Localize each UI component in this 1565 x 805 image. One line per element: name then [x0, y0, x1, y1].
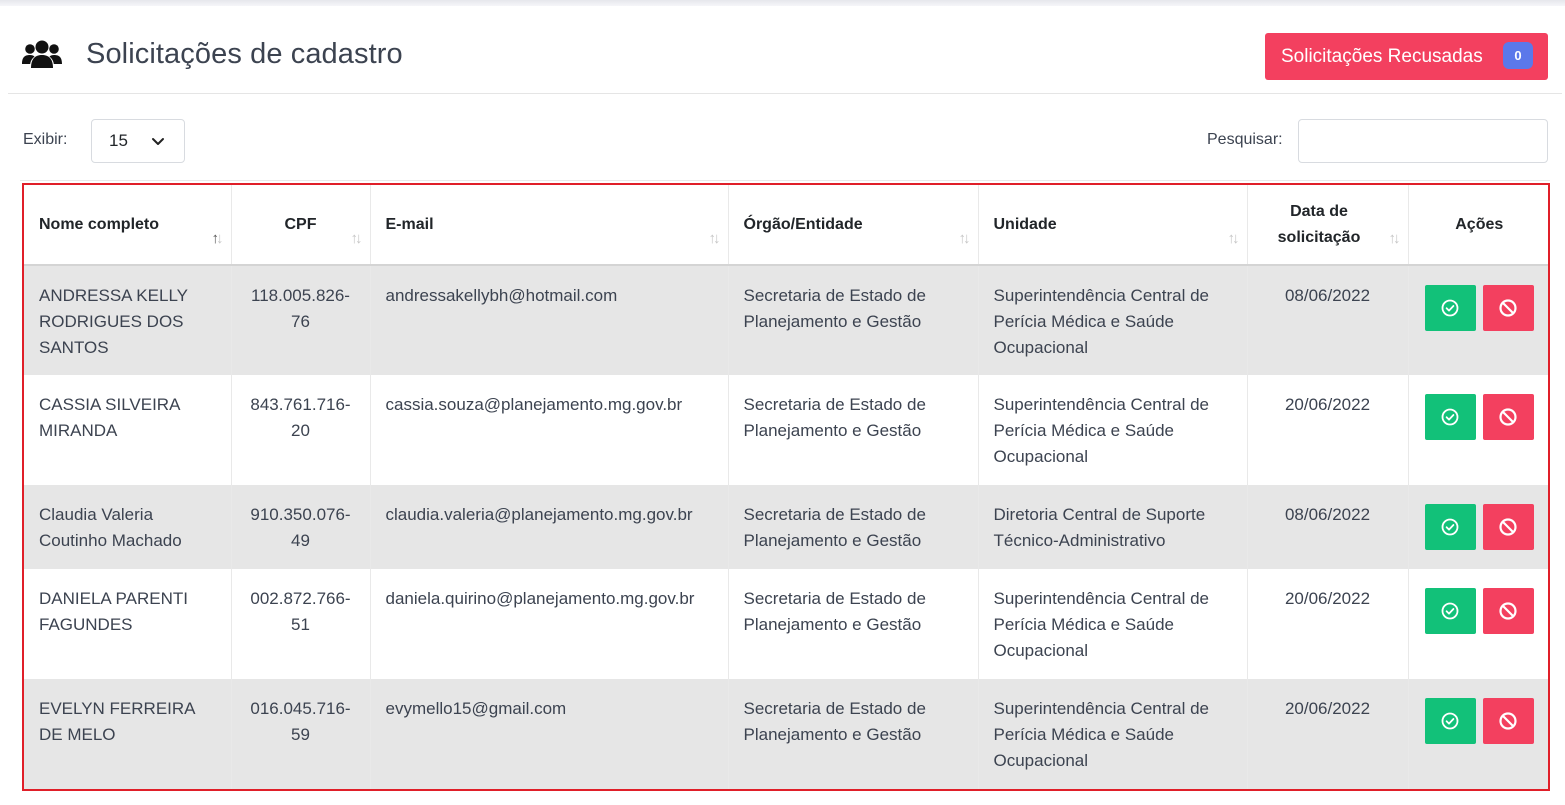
column-header-label: CPF [284, 215, 317, 233]
top-bar [0, 0, 1565, 6]
ban-icon [1499, 712, 1517, 730]
column-header-acoes: Ações [1408, 185, 1548, 266]
column-header-label: Ações [1455, 215, 1504, 233]
cell-unidade: Diretoria Central de Suporte Técnico-Adm… [978, 485, 1248, 569]
cell-name: ANDRESSA KELLY RODRIGUES DOS SANTOS [24, 265, 232, 375]
page-header: Solicitações de cadastro Solicitações Re… [8, 20, 1562, 94]
cell-cpf: 910.350.076-49 [231, 485, 371, 569]
sort-icon: ↑↓ [1227, 230, 1240, 247]
cell-name: Claudia Valeria Coutinho Machado [24, 485, 232, 569]
refused-requests-button[interactable]: Solicitações Recusadas 0 [1265, 33, 1548, 80]
cell-orgao: Secretaria de Estado de Planejamento e G… [728, 485, 979, 569]
table-header-row: Nome completo ↑↓ CPF ↑↓ E-mail ↑↓ Órgão/… [24, 185, 1548, 266]
check-circle-icon [1441, 408, 1459, 426]
ban-icon [1499, 518, 1517, 536]
cell-cpf: 016.045.716-59 [231, 679, 371, 789]
cell-email: daniela.quirino@planejamento.mg.gov.br [370, 569, 729, 679]
cell-date: 20/06/2022 [1247, 375, 1409, 485]
approve-button[interactable] [1424, 588, 1476, 634]
cell-date: 20/06/2022 [1247, 569, 1409, 679]
cell-unidade: Superintendência Central de Perícia Médi… [978, 375, 1248, 485]
cell-email: cassia.souza@planejamento.mg.gov.br [370, 375, 729, 485]
cell-orgao: Secretaria de Estado de Planejamento e G… [728, 569, 979, 679]
column-header-unidade[interactable]: Unidade ↑↓ [978, 185, 1248, 266]
cell-date: 20/06/2022 [1247, 679, 1409, 789]
cell-orgao: Secretaria de Estado de Planejamento e G… [728, 375, 979, 485]
show-entries-select[interactable]: 15 [91, 119, 185, 163]
column-header-label: E-mail [385, 215, 434, 233]
cell-actions [1408, 375, 1548, 485]
table-row: ANDRESSA KELLY RODRIGUES DOS SANTOS 118.… [24, 265, 1548, 375]
cell-actions [1408, 569, 1548, 679]
cell-unidade: Superintendência Central de Perícia Médi… [978, 265, 1248, 375]
table-row: CASSIA SILVEIRA MIRANDA 843.761.716-20 c… [24, 375, 1548, 485]
sort-icon: ↑↓ [211, 230, 224, 247]
cell-email: evymello15@gmail.com [370, 679, 729, 789]
requests-table: Nome completo ↑↓ CPF ↑↓ E-mail ↑↓ Órgão/… [24, 185, 1548, 789]
show-entries-label: Exibir: [23, 131, 68, 148]
reject-button[interactable] [1482, 698, 1534, 744]
cell-orgao: Secretaria de Estado de Planejamento e G… [728, 679, 979, 789]
cell-unidade: Superintendência Central de Perícia Médi… [978, 569, 1248, 679]
approve-button[interactable] [1424, 698, 1476, 744]
approve-button[interactable] [1424, 504, 1476, 550]
approve-button[interactable] [1424, 394, 1476, 440]
reject-button[interactable] [1482, 394, 1534, 440]
cell-cpf: 002.872.766-51 [231, 569, 371, 679]
column-header-data[interactable]: Data de solicitação ↑↓ [1247, 185, 1409, 266]
cell-unidade: Superintendência Central de Perícia Médi… [978, 679, 1248, 789]
cell-date: 08/06/2022 [1247, 265, 1409, 375]
users-icon [22, 38, 62, 72]
cell-actions [1408, 265, 1548, 375]
cell-name: DANIELA PARENTI FAGUNDES [24, 569, 232, 679]
requests-table-container: Nome completo ↑↓ CPF ↑↓ E-mail ↑↓ Órgão/… [22, 183, 1550, 791]
search-label: Pesquisar: [1207, 131, 1283, 148]
sort-icon: ↑↓ [350, 230, 363, 247]
ban-icon [1499, 408, 1517, 426]
ban-icon [1499, 602, 1517, 620]
column-header-orgao[interactable]: Órgão/Entidade ↑↓ [728, 185, 979, 266]
sort-icon: ↑↓ [958, 230, 971, 247]
check-circle-icon [1441, 518, 1459, 536]
column-header-label: Nome completo [39, 215, 160, 233]
column-header-label: Órgão/Entidade [743, 215, 863, 233]
cell-orgao: Secretaria de Estado de Planejamento e G… [728, 265, 979, 375]
cell-email: andressakellybh@hotmail.com [370, 265, 729, 375]
ban-icon [1499, 299, 1517, 317]
cell-cpf: 118.005.826-76 [231, 265, 371, 375]
chevron-down-icon [150, 133, 166, 149]
cell-actions [1408, 485, 1548, 569]
column-header-label: Unidade [993, 215, 1057, 233]
sort-icon: ↑↓ [1388, 230, 1401, 247]
page-title: Solicitações de cadastro [86, 38, 403, 70]
cell-name: EVELYN FERREIRA DE MELO [24, 679, 232, 789]
column-header-name[interactable]: Nome completo ↑↓ [24, 185, 232, 266]
cell-name: CASSIA SILVEIRA MIRANDA [24, 375, 232, 485]
cell-cpf: 843.761.716-20 [231, 375, 371, 485]
refused-requests-label: Solicitações Recusadas [1281, 45, 1483, 67]
cell-email: claudia.valeria@planejamento.mg.gov.br [370, 485, 729, 569]
sort-icon: ↑↓ [708, 230, 721, 247]
divider [20, 180, 1550, 181]
check-circle-icon [1441, 299, 1459, 317]
column-header-label: Data de solicitação [1277, 202, 1361, 246]
approve-button[interactable] [1424, 285, 1476, 331]
reject-button[interactable] [1482, 504, 1534, 550]
check-circle-icon [1441, 712, 1459, 730]
show-entries-value: 15 [109, 131, 128, 150]
table-row: Claudia Valeria Coutinho Machado 910.350… [24, 485, 1548, 569]
search-input[interactable] [1298, 119, 1548, 163]
reject-button[interactable] [1482, 285, 1534, 331]
reject-button[interactable] [1482, 588, 1534, 634]
table-row: DANIELA PARENTI FAGUNDES 002.872.766-51 … [24, 569, 1548, 679]
column-header-cpf[interactable]: CPF ↑↓ [231, 185, 371, 266]
cell-actions [1408, 679, 1548, 789]
column-header-email[interactable]: E-mail ↑↓ [370, 185, 729, 266]
table-row: EVELYN FERREIRA DE MELO 016.045.716-59 e… [24, 679, 1548, 789]
cell-date: 08/06/2022 [1247, 485, 1409, 569]
check-circle-icon [1441, 602, 1459, 620]
refused-count-badge: 0 [1503, 42, 1533, 69]
